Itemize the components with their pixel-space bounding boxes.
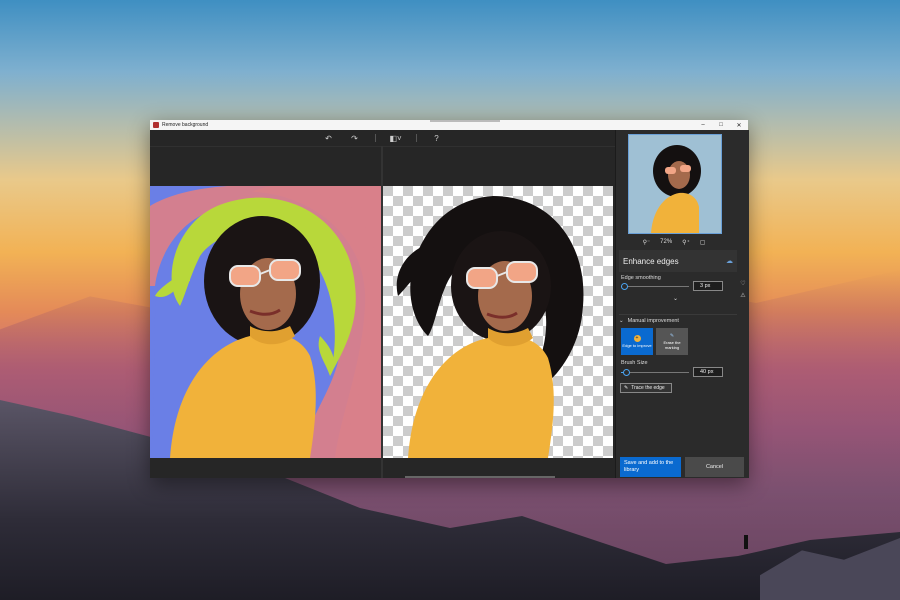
brush-size-field[interactable]: 40 px <box>693 367 723 377</box>
side-panel: ⚲⁻ 72% ⚲⁺ ▢ Enhance edges ☁ Edge smoothi… <box>615 130 749 478</box>
undo-icon[interactable]: ↶ <box>323 134 335 143</box>
zoom-out-icon[interactable]: ⚲⁻ <box>643 239 651 246</box>
maximize-icon[interactable]: □ <box>712 120 730 130</box>
window-title: Remove background <box>162 122 209 128</box>
remove-background-window: Remove background – □ ✕ ↶ ↷ ◧˅ ? ⚲⁻ 72% … <box>150 120 749 478</box>
help-icon[interactable]: ? <box>431 134 443 143</box>
horizontal-scrollbar[interactable] <box>405 476 555 478</box>
cancel-button[interactable]: Cancel <box>685 457 744 477</box>
minimize-icon[interactable]: – <box>694 120 712 130</box>
brush-size-label: Brush Size <box>621 360 648 366</box>
expand-chevron-icon[interactable]: ⌄ <box>673 295 678 302</box>
toolbar-separator <box>374 134 376 142</box>
original-image-with-mask[interactable] <box>150 185 381 458</box>
cloud-icon: ☁ <box>726 258 733 265</box>
title-bar: Remove background – □ ✕ <box>150 120 748 130</box>
collapse-chevron-icon: ⌄ <box>619 318 624 324</box>
zoom-in-icon[interactable]: ⚲⁺ <box>682 239 690 246</box>
fit-screen-icon[interactable]: ▢ <box>700 239 706 246</box>
eraser-icon: ✎ <box>669 332 675 339</box>
manual-improvement-header[interactable]: ⌄ Manual improvement <box>619 314 737 327</box>
trace-edge-button[interactable]: ✎ Trace the edge <box>620 383 672 393</box>
erase-marking-button[interactable]: ✎ Erase the marking <box>656 328 688 355</box>
edge-to-improve-button[interactable]: + Edge to improve <box>621 328 653 355</box>
edge-smoothing-label: Edge smoothing <box>621 275 661 281</box>
preview-thumbnail[interactable] <box>628 134 722 234</box>
zoom-controls: ⚲⁻ 72% ⚲⁺ ▢ <box>628 236 720 248</box>
background-removed-preview <box>383 186 613 458</box>
brush-size-slider[interactable] <box>621 369 689 376</box>
erase-marking-label: Erase the marking <box>663 340 681 350</box>
edge-smoothing-handle[interactable] <box>621 283 629 290</box>
redo-icon[interactable]: ↷ <box>349 134 361 143</box>
app-icon <box>153 122 159 128</box>
zoom-level: 72% <box>660 239 673 245</box>
paint-bucket-icon[interactable]: ♡ <box>740 280 745 287</box>
hiker-silhouette <box>744 535 748 549</box>
pipette-icon[interactable]: ⚠ <box>740 292 745 299</box>
side-tool-strip: ♡ ⚠ <box>737 280 749 299</box>
editor-canvas-area: ↶ ↷ ◧˅ ? <box>150 130 615 478</box>
edge-to-improve-label: Edge to improve <box>622 342 652 348</box>
brush-icon: + <box>633 334 641 342</box>
edge-smoothing-field[interactable]: 3 px <box>693 281 723 291</box>
pencil-icon: ✎ <box>624 385 629 391</box>
brush-size-handle[interactable] <box>623 369 631 376</box>
editor-toolbar: ↶ ↷ ◧˅ ? <box>150 130 615 147</box>
save-and-add-button[interactable]: Save and add to the library <box>620 457 681 477</box>
enhance-edges-header[interactable]: Enhance edges ☁ <box>619 250 737 272</box>
edge-smoothing-slider[interactable] <box>621 283 689 290</box>
close-icon[interactable]: ✕ <box>730 120 748 130</box>
window-controls: – □ ✕ <box>694 120 748 130</box>
manual-improvement-title: Manual improvement <box>627 318 679 324</box>
top-drag-indicator <box>430 120 500 122</box>
enhance-edges-title: Enhance edges <box>623 256 679 266</box>
trace-edge-label: Trace the edge <box>631 385 665 391</box>
compare-icon[interactable]: ◧˅ <box>390 134 402 143</box>
toolbar-separator <box>415 134 417 142</box>
